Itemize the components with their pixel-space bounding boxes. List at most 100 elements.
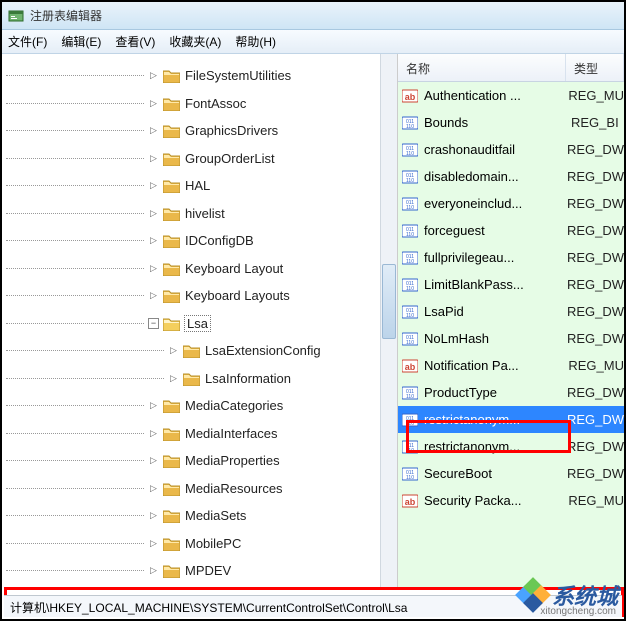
value-type: REG_DW <box>567 169 624 184</box>
tree-item[interactable]: ▷MSDTC <box>2 585 380 589</box>
tree-item-label: HAL <box>185 178 210 193</box>
expand-icon[interactable]: ▷ <box>148 125 159 136</box>
list-row[interactable]: 011110restrictanonym...REG_DW <box>398 433 624 460</box>
tree-item[interactable]: ▷ FileSystemUtilities <box>2 62 380 90</box>
expand-icon[interactable]: ▷ <box>148 208 159 219</box>
expand-icon[interactable]: ▷ <box>148 263 159 274</box>
value-name: ProductType <box>424 385 567 400</box>
tree-item[interactable]: ▷ hivelist <box>2 200 380 228</box>
tree-item[interactable]: ▷GroupOrderList <box>2 145 380 173</box>
expand-icon[interactable]: ▷ <box>148 483 159 494</box>
tree-item[interactable]: ▷FontAssoc <box>2 90 380 118</box>
tree-scrollbar[interactable] <box>380 54 397 588</box>
expand-icon[interactable]: ▷ <box>148 565 159 576</box>
tree-item[interactable]: ▷ HAL <box>2 172 380 200</box>
expand-icon[interactable]: ▷ <box>148 98 159 109</box>
svg-text:ab: ab <box>405 497 416 507</box>
tree-item[interactable]: ▷LsaExtensionConfig <box>2 337 380 365</box>
expand-icon[interactable]: ▷ <box>148 290 159 301</box>
list-row[interactable]: 011110restrictanonym...REG_DW <box>398 406 624 433</box>
list-row[interactable]: ab Notification Pa...REG_MU <box>398 352 624 379</box>
tree-item[interactable]: −Lsa <box>2 310 380 338</box>
expand-icon[interactable]: ▷ <box>148 538 159 549</box>
menu-file[interactable]: 文件(F) <box>8 33 47 50</box>
menu-favorites[interactable]: 收藏夹(A) <box>169 33 221 50</box>
svg-text:110: 110 <box>406 178 414 184</box>
value-type: REG_MU <box>568 358 624 373</box>
svg-text:110: 110 <box>406 340 414 346</box>
list-row[interactable]: 011110fullprivilegeau...REG_DW <box>398 244 624 271</box>
tree-item-label: MPDEV <box>185 563 231 578</box>
tree-item-label: FileSystemUtilities <box>185 68 291 83</box>
expand-icon[interactable]: ▷ <box>148 235 159 246</box>
tree-item[interactable]: ▷ MediaProperties <box>2 447 380 475</box>
list-row[interactable]: 011110BoundsREG_BI <box>398 109 624 136</box>
expand-icon[interactable]: ▷ <box>148 153 159 164</box>
list-row[interactable]: 011110NoLmHashREG_DW <box>398 325 624 352</box>
list-row[interactable]: 011110ProductTypeREG_DW <box>398 379 624 406</box>
value-type: REG_DW <box>567 142 624 157</box>
value-name: NoLmHash <box>424 331 567 346</box>
tree-view[interactable]: ▷ FileSystemUtilities ▷FontAssoc▷GraphicsD… <box>2 54 380 588</box>
svg-text:110: 110 <box>406 286 414 292</box>
list-row[interactable]: 011110LimitBlankPass...REG_DW <box>398 271 624 298</box>
value-name: Notification Pa... <box>424 358 568 373</box>
list-row[interactable]: 011110LsaPidREG_DW <box>398 298 624 325</box>
list-row[interactable]: 011110SecureBootREG_DW <box>398 460 624 487</box>
tree-item-label: MobilePC <box>185 536 241 551</box>
tree-item[interactable]: ▷MediaResources <box>2 475 380 503</box>
tree-item-label: Keyboard Layout <box>185 261 283 276</box>
expand-icon[interactable]: ▷ <box>168 345 179 356</box>
tree-item[interactable]: ▷MediaCategories <box>2 392 380 420</box>
menu-edit[interactable]: 编辑(E) <box>61 33 101 50</box>
expand-icon[interactable]: ▷ <box>148 455 159 466</box>
svg-text:110: 110 <box>406 448 414 454</box>
tree-item[interactable]: ▷Keyboard Layouts <box>2 282 380 310</box>
tree-item[interactable]: ▷MediaSets <box>2 502 380 530</box>
collapse-icon[interactable]: − <box>148 318 159 329</box>
list-row[interactable]: abAuthentication ...REG_MU <box>398 82 624 109</box>
tree-item[interactable]: ▷ MPDEV <box>2 557 380 585</box>
list-row[interactable]: abSecurity Packa...REG_MU <box>398 487 624 514</box>
tree-item[interactable]: ▷ Keyboard Layout <box>2 255 380 283</box>
tree-item[interactable]: ▷ LsaInformation <box>2 365 380 393</box>
svg-text:110: 110 <box>406 232 414 238</box>
tree-item[interactable]: ▷GraphicsDrivers <box>2 117 380 145</box>
svg-text:110: 110 <box>406 205 414 211</box>
expand-icon[interactable]: ▷ <box>168 373 179 384</box>
tree-item-label: LsaInformation <box>205 371 291 386</box>
list-row[interactable]: 011110forceguestREG_DW <box>398 217 624 244</box>
tree-item-label: hivelist <box>185 206 225 221</box>
tree-item[interactable]: ▷MediaInterfaces <box>2 420 380 448</box>
value-type: REG_MU <box>568 88 624 103</box>
value-name: fullprivilegeau... <box>424 250 567 265</box>
list-row[interactable]: 011110disabledomain...REG_DW <box>398 163 624 190</box>
expand-icon[interactable]: ▷ <box>148 70 159 81</box>
value-type: REG_DW <box>567 196 624 211</box>
scrollbar-thumb[interactable] <box>382 264 396 339</box>
value-name: Bounds <box>424 115 571 130</box>
regedit-icon <box>8 8 24 24</box>
svg-text:ab: ab <box>405 362 416 372</box>
tree-item[interactable]: ▷ MobilePC <box>2 530 380 558</box>
tree-item[interactable]: ▷IDConfigDB <box>2 227 380 255</box>
column-name[interactable]: 名称 <box>398 54 566 81</box>
menu-view[interactable]: 查看(V) <box>115 33 155 50</box>
list-view[interactable]: abAuthentication ...REG_MU011110BoundsRE… <box>398 82 624 514</box>
value-type: REG_DW <box>567 277 624 292</box>
expand-icon[interactable]: ▷ <box>148 400 159 411</box>
expand-icon[interactable]: ▷ <box>148 510 159 521</box>
list-header: 名称 类型 <box>398 54 624 82</box>
value-name: LimitBlankPass... <box>424 277 567 292</box>
tree-item-label: MediaProperties <box>185 453 280 468</box>
value-type: REG_DW <box>567 412 624 427</box>
list-row[interactable]: 011110everyoneinclud...REG_DW <box>398 190 624 217</box>
expand-icon[interactable]: ▷ <box>148 428 159 439</box>
svg-text:110: 110 <box>406 421 414 427</box>
value-name: restrictanonym... <box>424 412 567 427</box>
column-type[interactable]: 类型 <box>566 54 624 81</box>
menu-help[interactable]: 帮助(H) <box>235 33 276 50</box>
list-row[interactable]: 011110crashonauditfailREG_DW <box>398 136 624 163</box>
svg-text:110: 110 <box>406 475 414 481</box>
expand-icon[interactable]: ▷ <box>148 180 159 191</box>
